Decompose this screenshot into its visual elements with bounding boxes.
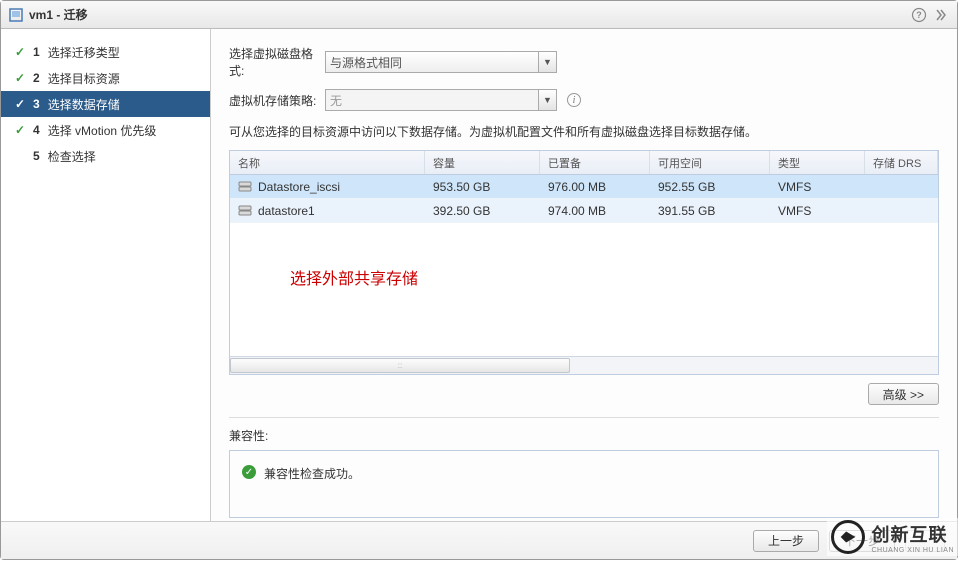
migrate-dialog: vm1 - 迁移 ? ✓ 1 选择迁移类型 ✓ 2 选择目标资源 ✓ 3 选择数… bbox=[0, 0, 958, 560]
dialog-title: vm1 - 迁移 bbox=[29, 6, 88, 23]
titlebar: vm1 - 迁移 ? bbox=[1, 1, 957, 29]
content-area: 选择虚拟磁盘格式: 与源格式相同 ▼ 虚拟机存储策略: 无 ▼ i 可从您选择的… bbox=[211, 29, 957, 521]
expand-icon[interactable] bbox=[933, 7, 949, 23]
datastore-table: 名称 容量 已置备 可用空间 类型 存储 DRS Datastore_iscsi bbox=[229, 150, 939, 375]
table-row[interactable]: Datastore_iscsi 953.50 GB 976.00 MB 952.… bbox=[230, 175, 938, 199]
ds-name: Datastore_iscsi bbox=[258, 180, 340, 194]
chevron-down-icon: ▼ bbox=[538, 52, 556, 72]
horizontal-scrollbar[interactable]: :: bbox=[230, 356, 938, 374]
info-icon[interactable]: i bbox=[567, 93, 581, 107]
ds-free: 391.55 GB bbox=[650, 204, 770, 218]
watermark-logo bbox=[831, 520, 865, 554]
step-label: 检查选择 bbox=[48, 148, 96, 165]
th-type[interactable]: 类型 bbox=[770, 151, 865, 174]
step-target-resource[interactable]: ✓ 2 选择目标资源 bbox=[1, 65, 210, 91]
vm-icon bbox=[9, 8, 23, 22]
ds-type: VMFS bbox=[770, 180, 865, 194]
check-icon: ✓ bbox=[15, 71, 29, 85]
table-row[interactable]: datastore1 392.50 GB 974.00 MB 391.55 GB… bbox=[230, 199, 938, 223]
help-icon[interactable]: ? bbox=[911, 7, 927, 23]
step-label: 选择数据存储 bbox=[48, 96, 120, 113]
separator bbox=[229, 417, 939, 419]
step-sidebar: ✓ 1 选择迁移类型 ✓ 2 选择目标资源 ✓ 3 选择数据存储 ✓ 4 选择 … bbox=[1, 29, 211, 521]
storage-policy-label: 虚拟机存储策略: bbox=[229, 92, 325, 109]
success-icon: ✓ bbox=[242, 465, 256, 479]
step-review[interactable]: 5 检查选择 bbox=[1, 143, 210, 169]
th-drs[interactable]: 存储 DRS bbox=[865, 151, 938, 174]
check-icon: ✓ bbox=[15, 123, 29, 137]
svg-text:?: ? bbox=[916, 10, 922, 20]
compat-box: ✓ 兼容性检查成功。 bbox=[229, 450, 939, 518]
table-header: 名称 容量 已置备 可用空间 类型 存储 DRS bbox=[230, 151, 938, 175]
table-body: Datastore_iscsi 953.50 GB 976.00 MB 952.… bbox=[230, 175, 938, 356]
th-provisioned[interactable]: 已置备 bbox=[540, 151, 650, 174]
th-name[interactable]: 名称 bbox=[230, 151, 425, 174]
check-placeholder bbox=[15, 149, 29, 163]
watermark-main: 创新互联 bbox=[871, 521, 954, 547]
scrollbar-thumb[interactable]: :: bbox=[230, 358, 570, 373]
storage-policy-row: 虚拟机存储策略: 无 ▼ i bbox=[229, 89, 939, 111]
step-vmotion-priority[interactable]: ✓ 4 选择 vMotion 优先级 bbox=[1, 117, 210, 143]
disk-format-row: 选择虚拟磁盘格式: 与源格式相同 ▼ bbox=[229, 45, 939, 79]
disk-format-label: 选择虚拟磁盘格式: bbox=[229, 45, 325, 79]
dialog-body: ✓ 1 选择迁移类型 ✓ 2 选择目标资源 ✓ 3 选择数据存储 ✓ 4 选择 … bbox=[1, 29, 957, 521]
check-icon: ✓ bbox=[15, 45, 29, 59]
watermark: 创新互联 CHUANG XIN HU LIAN bbox=[827, 518, 958, 556]
ds-cap: 953.50 GB bbox=[425, 180, 540, 194]
step-migrate-type[interactable]: ✓ 1 选择迁移类型 bbox=[1, 39, 210, 65]
storage-policy-select[interactable]: 无 ▼ bbox=[325, 89, 557, 111]
ds-type: VMFS bbox=[770, 204, 865, 218]
compat-label: 兼容性: bbox=[229, 427, 939, 444]
th-capacity[interactable]: 容量 bbox=[425, 151, 540, 174]
datastore-description: 可从您选择的目标资源中访问以下数据存储。为虚拟机配置文件和所有虚拟磁盘选择目标数… bbox=[229, 123, 939, 140]
dialog-footer: 上一步 下一步 bbox=[1, 521, 957, 559]
watermark-sub: CHUANG XIN HU LIAN bbox=[871, 547, 954, 554]
back-button[interactable]: 上一步 bbox=[753, 530, 819, 552]
ds-prov: 976.00 MB bbox=[540, 180, 650, 194]
check-icon: ✓ bbox=[15, 97, 29, 111]
step-label: 选择迁移类型 bbox=[48, 44, 120, 61]
annotation-text: 选择外部共享存储 bbox=[290, 265, 418, 289]
advanced-button[interactable]: 高级 >> bbox=[868, 383, 939, 405]
ds-free: 952.55 GB bbox=[650, 180, 770, 194]
disk-format-select[interactable]: 与源格式相同 ▼ bbox=[325, 51, 557, 73]
datastore-icon bbox=[238, 205, 252, 217]
ds-cap: 392.50 GB bbox=[425, 204, 540, 218]
storage-policy-value: 无 bbox=[330, 92, 342, 109]
disk-format-value: 与源格式相同 bbox=[330, 54, 402, 71]
datastore-icon bbox=[238, 181, 252, 193]
ds-prov: 974.00 MB bbox=[540, 204, 650, 218]
compat-message: 兼容性检查成功。 bbox=[264, 465, 360, 482]
step-label: 选择 vMotion 优先级 bbox=[48, 122, 157, 139]
step-label: 选择目标资源 bbox=[48, 70, 120, 87]
th-free[interactable]: 可用空间 bbox=[650, 151, 770, 174]
chevron-down-icon: ▼ bbox=[538, 90, 556, 110]
ds-name: datastore1 bbox=[258, 204, 315, 218]
step-datastore[interactable]: ✓ 3 选择数据存储 bbox=[1, 91, 210, 117]
